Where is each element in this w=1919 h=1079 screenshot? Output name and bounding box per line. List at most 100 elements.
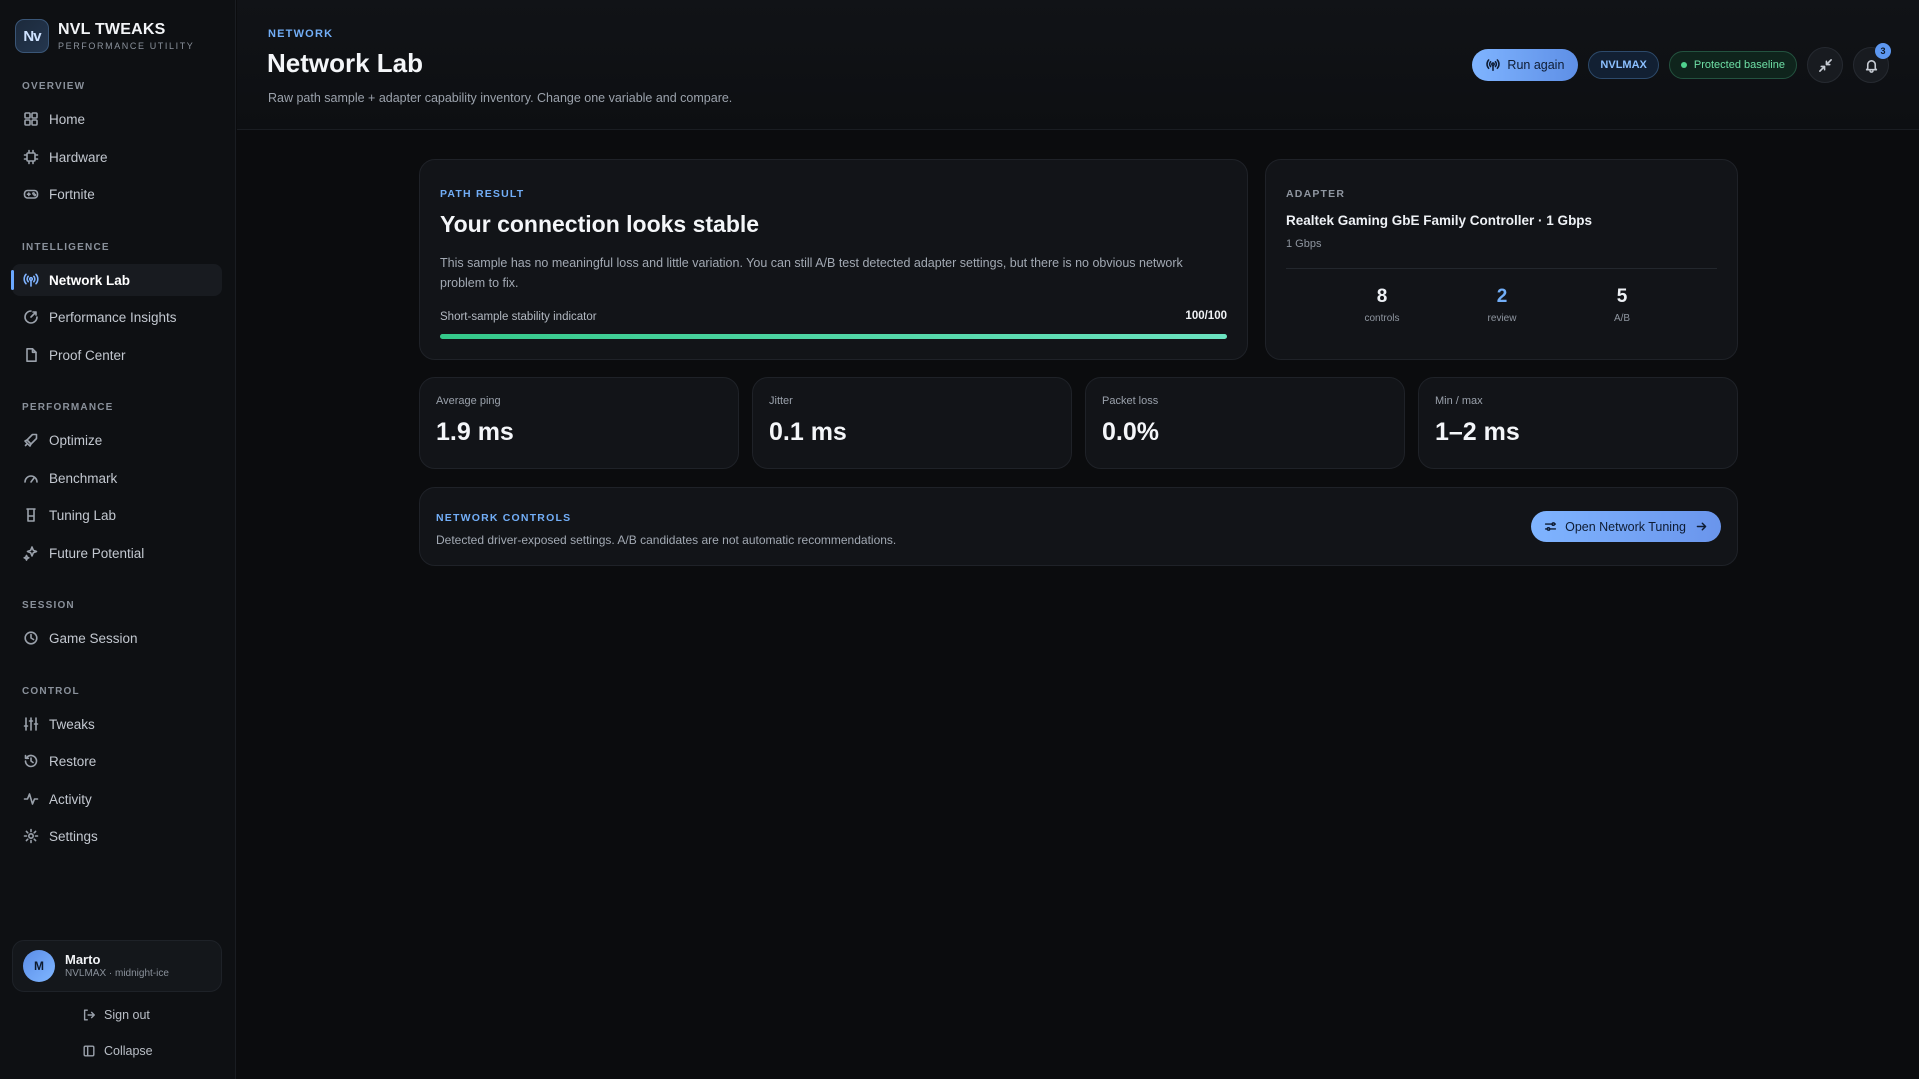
sidebar-item-hardware[interactable]: Hardware: [12, 141, 222, 173]
sidebar-item-activity[interactable]: Activity: [12, 783, 222, 815]
metric-value: 1–2 ms: [1435, 418, 1520, 446]
signal-icon: [1486, 59, 1501, 72]
nav-section-performance: PERFORMANCE: [22, 402, 114, 413]
sidebar-item-proof-center[interactable]: Proof Center: [12, 339, 222, 371]
page-title: Network Lab: [267, 48, 424, 78]
sidebar-item-label: Activity: [49, 791, 92, 807]
metric-value: 0.0%: [1102, 418, 1159, 446]
adapter-label: ADAPTER: [1286, 188, 1346, 200]
metric-value: 0.1 ms: [769, 418, 847, 446]
brand[interactable]: Nv NVL TWEAKS PERFORMANCE UTILITY: [15, 19, 194, 53]
baseline-label: Protected baseline: [1693, 59, 1785, 71]
path-result-card: PATH RESULT Your connection looks stable…: [419, 159, 1248, 360]
sidebar-item-label: Hardware: [49, 149, 108, 165]
sidebar-item-fortnite[interactable]: Fortnite: [12, 178, 222, 210]
sidebar: Nv NVL TWEAKS PERFORMANCE UTILITY OVERVI…: [0, 0, 236, 1079]
adapter-stat-controls: 8 controls: [1332, 286, 1432, 324]
user-subtitle: NVLMAX · midnight-ice: [65, 967, 169, 979]
document-icon: [22, 347, 39, 364]
sliders-icon: [22, 716, 39, 733]
adapter-name: Realtek Gaming GbE Family Controller · 1…: [1286, 213, 1593, 228]
gauge-icon: [22, 470, 39, 487]
sidebar-item-label: Tuning Lab: [49, 507, 117, 523]
brand-logo: Nv: [15, 19, 49, 53]
run-again-button[interactable]: Run again: [1472, 49, 1579, 81]
page-header: NETWORK Network Lab Raw path sample + ad…: [237, 0, 1919, 130]
arrow-right-icon: [1696, 522, 1707, 531]
stability-progress-bar: [440, 334, 1227, 339]
sparkles-icon: [22, 545, 39, 562]
user-card[interactable]: M Marto NVLMAX · midnight-ice: [12, 940, 222, 992]
status-dot-icon: [1680, 62, 1687, 68]
sidebar-item-label: Optimize: [49, 432, 103, 448]
path-result-headline: Your connection looks stable: [440, 211, 760, 237]
gamepad-icon: [22, 186, 39, 203]
network-controls-description: Detected driver-exposed settings. A/B ca…: [436, 533, 897, 547]
sidebar-item-optimize[interactable]: Optimize: [12, 424, 222, 456]
page-eyebrow: NETWORK: [268, 28, 334, 40]
stat-value: 5: [1616, 286, 1628, 307]
nav-section-control: CONTROL: [22, 686, 80, 697]
network-controls-card: NETWORK CONTROLS Detected driver-exposed…: [419, 487, 1738, 566]
metric-card-min-max: Min / max 1–2 ms: [1418, 377, 1738, 469]
avatar: M: [23, 950, 55, 982]
adapter-stat-ab: 5 A/B: [1572, 286, 1672, 324]
gear-icon: [22, 828, 39, 845]
sidebar-item-label: Performance Insights: [49, 309, 177, 325]
adapter-speed: 1 Gbps: [1286, 238, 1322, 250]
signal-icon: [22, 272, 39, 289]
brand-title: NVL TWEAKS: [58, 20, 166, 38]
stability-progress-fill: [440, 334, 1227, 339]
home-icon: [22, 111, 39, 128]
notifications-button[interactable]: 3: [1853, 43, 1891, 83]
metric-card-jitter: Jitter 0.1 ms: [752, 377, 1072, 469]
session-icon: [22, 630, 39, 647]
sidebar-item-label: Restore: [49, 753, 97, 769]
path-result-label: PATH RESULT: [440, 188, 525, 200]
sidebar-item-performance-insights[interactable]: Performance Insights: [12, 301, 222, 333]
collapse-icon: [83, 1045, 95, 1057]
baseline-status-badge: Protected baseline: [1668, 51, 1797, 79]
flask-icon: [22, 507, 39, 524]
sidebar-item-settings[interactable]: Settings: [12, 820, 222, 852]
adapter-stat-review: 2 review: [1452, 286, 1552, 324]
stability-label: Short-sample stability indicator: [440, 311, 597, 323]
metric-label: Average ping: [436, 395, 501, 407]
minimize-button[interactable]: [1807, 47, 1843, 83]
path-result-body: This sample has no meaningful loss and l…: [440, 256, 1183, 290]
sidebar-item-label: Network Lab: [49, 272, 131, 288]
sidebar-item-future-potential[interactable]: Future Potential: [12, 537, 222, 569]
stat-value: 2: [1496, 286, 1508, 307]
sidebar-item-label: Tweaks: [49, 716, 95, 732]
metric-label: Packet loss: [1102, 395, 1159, 407]
stability-score: 100/100: [1185, 310, 1227, 322]
nav-section-overview: OVERVIEW: [22, 81, 86, 92]
stat-label: controls: [1364, 313, 1400, 324]
sidebar-item-restore[interactable]: Restore: [12, 745, 222, 777]
sidebar-item-tweaks[interactable]: Tweaks: [12, 708, 222, 740]
brand-subtitle: PERFORMANCE UTILITY: [58, 40, 195, 51]
profile-pill: NVLMAX: [1588, 51, 1659, 79]
metric-label: Jitter: [769, 395, 793, 407]
collapse-button[interactable]: Collapse: [82, 1044, 153, 1058]
insights-icon: [22, 309, 39, 326]
sign-out-button[interactable]: Sign out: [82, 1008, 150, 1022]
adapter-card: ADAPTER Realtek Gaming GbE Family Contro…: [1265, 159, 1738, 360]
sidebar-item-benchmark[interactable]: Benchmark: [12, 462, 222, 494]
open-network-tuning-label: Open Network Tuning: [1565, 519, 1686, 534]
sidebar-item-game-session[interactable]: Game Session: [12, 622, 222, 654]
stat-value: 8: [1376, 286, 1388, 307]
sidebar-item-network-lab[interactable]: Network Lab: [11, 264, 222, 296]
open-network-tuning-button[interactable]: Open Network Tuning: [1531, 511, 1721, 542]
sliders-icon: [1544, 522, 1557, 531]
sidebar-item-label: Benchmark: [49, 470, 118, 486]
network-controls-label: NETWORK CONTROLS: [436, 512, 572, 524]
sidebar-item-tuning-lab[interactable]: Tuning Lab: [12, 499, 222, 531]
sign-out-label: Sign out: [104, 1008, 150, 1022]
page-subtitle: Raw path sample + adapter capability inv…: [268, 91, 733, 105]
sidebar-item-home[interactable]: Home: [12, 103, 222, 135]
sidebar-item-label: Proof Center: [49, 347, 126, 363]
sidebar-item-label: Home: [49, 111, 86, 127]
metric-card-packet-loss: Packet loss 0.0%: [1085, 377, 1405, 469]
sidebar-item-label: Future Potential: [49, 545, 145, 561]
